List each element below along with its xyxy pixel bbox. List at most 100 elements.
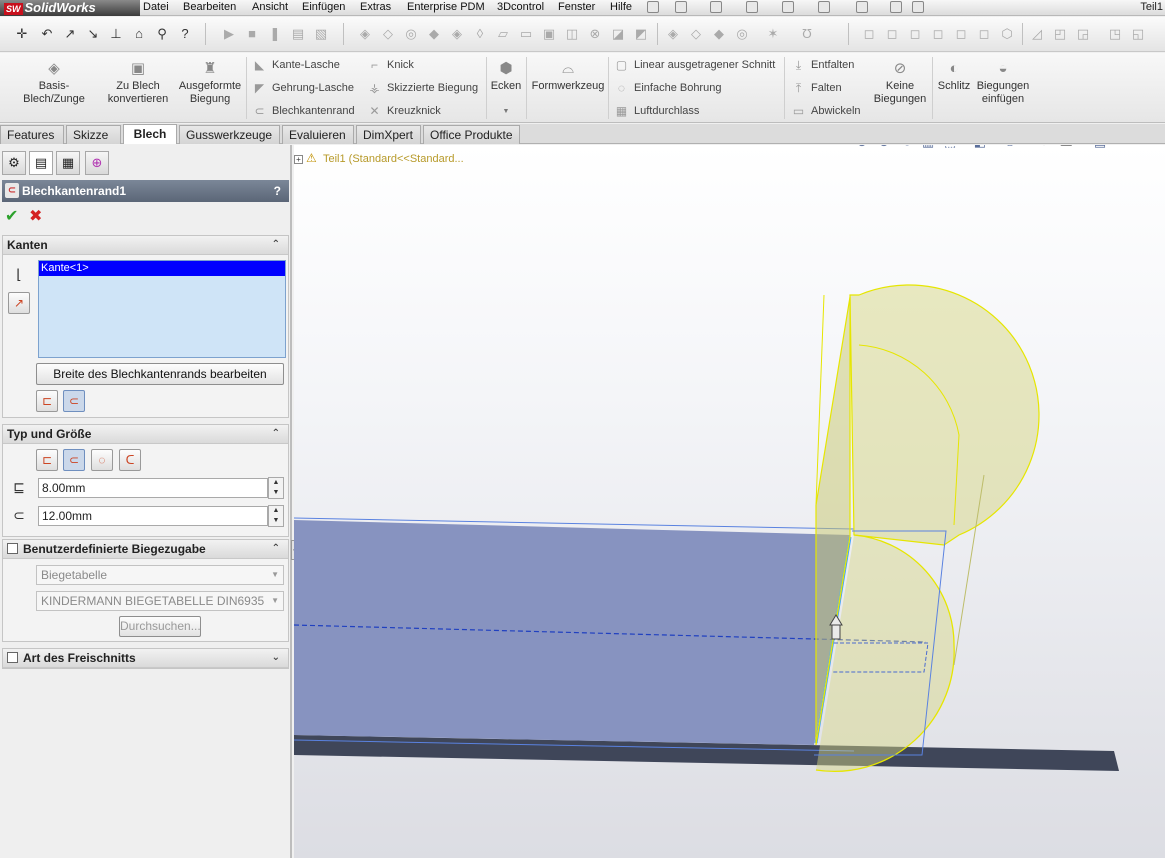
options-icon[interactable]: [912, 1, 924, 13]
edit-macro-icon[interactable]: ▧: [314, 27, 328, 41]
sheetmetal-tool-icon[interactable]: ◫: [565, 27, 579, 41]
menu-bearbeiten[interactable]: Bearbeiten: [181, 0, 238, 16]
group-biegezugabe-header[interactable]: Benutzerdefinierte Biegezugabe ⌃: [3, 540, 288, 559]
bend-table-select[interactable]: KINDERMANN BIEGETABELLE DIN6935 ▼: [36, 591, 284, 611]
kante-lasche-button[interactable]: ◣ Kante-Lasche: [252, 56, 340, 74]
sketch-tool-icon[interactable]: ◱: [1131, 27, 1145, 41]
menu-ansicht[interactable]: Ansicht: [250, 0, 290, 16]
stop-icon[interactable]: ■: [245, 27, 259, 41]
sheetmetal-tool-icon[interactable]: ◈: [358, 27, 372, 41]
group-typ-header[interactable]: Typ und Größe ⌃: [3, 425, 288, 444]
view-front-icon[interactable]: ◻: [862, 27, 876, 41]
sheetmetal-tool-icon[interactable]: ◈: [450, 27, 464, 41]
collapse-icon[interactable]: ⌃: [272, 425, 280, 443]
sketch-tool-icon[interactable]: ◿: [1030, 27, 1044, 41]
menu-fenster[interactable]: Fenster: [556, 0, 597, 16]
ausgeformte-biegung-button[interactable]: ♜ Ausgeformte Biegung: [176, 61, 244, 106]
sheetmetal-tool-icon[interactable]: ◇: [381, 27, 395, 41]
skizzierte-biegung-button[interactable]: ⚶ Skizzierte Biegung: [367, 79, 478, 97]
view-right-icon[interactable]: ◻: [931, 27, 945, 41]
blechkantenrand-button[interactable]: ⊂ Blechkantenrand: [252, 102, 354, 120]
sheetmetal-tool-icon[interactable]: ⊗: [588, 27, 602, 41]
ok-button[interactable]: ✔: [5, 208, 18, 226]
sheetmetal-tool-icon[interactable]: ◪: [611, 27, 625, 41]
macro-icon[interactable]: ▤: [291, 27, 305, 41]
tab-evaluieren[interactable]: Evaluieren: [282, 125, 354, 144]
freischnitt-checkbox[interactable]: [7, 652, 18, 663]
gehrung-lasche-button[interactable]: ◤ Gehrung-Lasche: [252, 79, 354, 97]
edit-hem-width-button[interactable]: Breite des Blechkantenrands bearbeiten: [36, 363, 284, 385]
sheetmetal-tool-icon[interactable]: ◎: [404, 27, 418, 41]
zoom-area-icon[interactable]: ⊙: [875, 145, 893, 151]
biegungen-einfuegen-button[interactable]: ◒ Biegungen einfügen: [974, 61, 1032, 106]
view-back-icon[interactable]: ◻: [885, 27, 899, 41]
hem-radius-input[interactable]: 12.00mm: [38, 506, 268, 526]
undo-icon[interactable]: [818, 1, 830, 13]
ecken-dropdown-icon[interactable]: ▼: [489, 105, 523, 118]
hide-show-items-icon[interactable]: ⚇: [1001, 145, 1019, 151]
basis-blech-button[interactable]: ◈ Basis-Blech/Zunge: [8, 61, 100, 106]
sheetmetal-tool-icon[interactable]: ▣: [542, 27, 556, 41]
sketch-tool-icon[interactable]: ◳: [1108, 27, 1122, 41]
print-icon[interactable]: [782, 1, 794, 13]
tab-dimxpert[interactable]: DimXpert: [356, 125, 421, 144]
magnet-icon[interactable]: ⚲: [155, 27, 169, 41]
sheetmetal-tool-icon[interactable]: ▱: [496, 27, 510, 41]
group-kanten-header[interactable]: Kanten ⌃: [3, 236, 288, 255]
menu-extras[interactable]: Extras: [358, 0, 393, 16]
zoom-to-fit-icon[interactable]: ⊕: [853, 145, 871, 151]
hem-length-input[interactable]: 8.00mm: [38, 478, 268, 498]
arrow-icon[interactable]: ↘: [86, 27, 100, 41]
hem-closed-icon[interactable]: ⊏: [36, 449, 58, 471]
tab-blech[interactable]: Blech: [123, 124, 177, 144]
menu-enterprise-pdm[interactable]: Enterprise PDM: [405, 0, 487, 16]
open-document-icon[interactable]: [710, 1, 722, 13]
tab-office-produkte[interactable]: Office Produkte: [423, 125, 520, 144]
view-iso-icon[interactable]: ⬡: [1000, 27, 1014, 41]
select-icon[interactable]: [856, 1, 868, 13]
falten-button[interactable]: ⤒ Falten: [791, 79, 842, 97]
expand-tree-icon[interactable]: +: [294, 155, 303, 164]
sheetmetal-tool-icon[interactable]: ◊: [473, 27, 487, 41]
feature-tree-root[interactable]: + ⚠ Teil1 (Standard<<Standard...: [294, 151, 464, 165]
menu-einfuegen[interactable]: Einfügen: [300, 0, 347, 16]
luftdurchlass-button[interactable]: ▦ Luftdurchlass: [614, 102, 700, 120]
group-freischnitt-header[interactable]: Art des Freischnitts ⌄: [3, 649, 288, 668]
hem-rolled-icon[interactable]: ᑕ: [119, 449, 141, 471]
radius-spinner[interactable]: ▲ ▼: [268, 505, 284, 527]
biegezugabe-checkbox[interactable]: [7, 543, 18, 554]
linear-ausgetragener-schnitt-button[interactable]: ▢ Linear ausgetragener Schnitt: [614, 56, 775, 74]
view-top-icon[interactable]: ◻: [954, 27, 968, 41]
apply-scene-icon[interactable]: ☁: [1057, 145, 1075, 151]
zu-blech-konvertieren-button[interactable]: ▣ Zu Blech konvertieren: [104, 61, 172, 106]
knick-button[interactable]: ⌐ Knick: [367, 56, 414, 74]
hem-tear-drop-icon[interactable]: ◌: [91, 449, 113, 471]
dimension-icon[interactable]: ⊥: [109, 27, 123, 41]
point-icon[interactable]: ✛: [15, 27, 29, 41]
view-settings-icon[interactable]: ▤: [1091, 145, 1109, 151]
selected-edge-item[interactable]: Kante<1>: [39, 261, 285, 276]
browse-button[interactable]: Durchsuchen...: [119, 616, 201, 637]
keine-biegungen-button[interactable]: ⊘ Keine Biegungen: [870, 61, 930, 106]
configurationmanager-icon[interactable]: ▦: [56, 151, 80, 175]
hem-open-icon[interactable]: ⊂: [63, 449, 85, 471]
einfache-bohrung-button[interactable]: ◌ Einfache Bohrung: [614, 79, 722, 97]
material-inside-icon[interactable]: ⊏: [36, 390, 58, 412]
menu-3dcontrol[interactable]: 3Dcontrol: [495, 0, 546, 16]
entfalten-button[interactable]: ⤓ Entfalten: [791, 56, 855, 74]
cancel-button[interactable]: ✖: [29, 208, 42, 226]
sheetmetal-tool-icon[interactable]: ◩: [634, 27, 648, 41]
menu-hilfe[interactable]: Hilfe: [608, 0, 634, 16]
previous-view-icon[interactable]: ⟲: [897, 145, 915, 151]
graphics-viewport[interactable]: +⚠Teil1 (Standard<<Standard... ⊕ ⊙ ⟲ ▥ ⬚…: [294, 145, 1165, 858]
edit-appearance-icon[interactable]: ●: [1035, 145, 1053, 151]
edges-selection-list[interactable]: Kante<1>: [38, 260, 286, 358]
reference-geometry-icon[interactable]: ✶: [766, 27, 780, 41]
menu-datei[interactable]: Datei: [141, 0, 171, 16]
bend-outside-icon[interactable]: ⊂: [63, 390, 85, 412]
ecken-button[interactable]: ⬢ Ecken ▼: [489, 61, 523, 118]
tab-features[interactable]: Features: [0, 125, 64, 144]
dimxpertmanager-icon[interactable]: ⊕: [85, 151, 109, 175]
view-left-icon[interactable]: ◻: [908, 27, 922, 41]
schlitz-button[interactable]: ◐ Schlitz: [936, 61, 972, 93]
